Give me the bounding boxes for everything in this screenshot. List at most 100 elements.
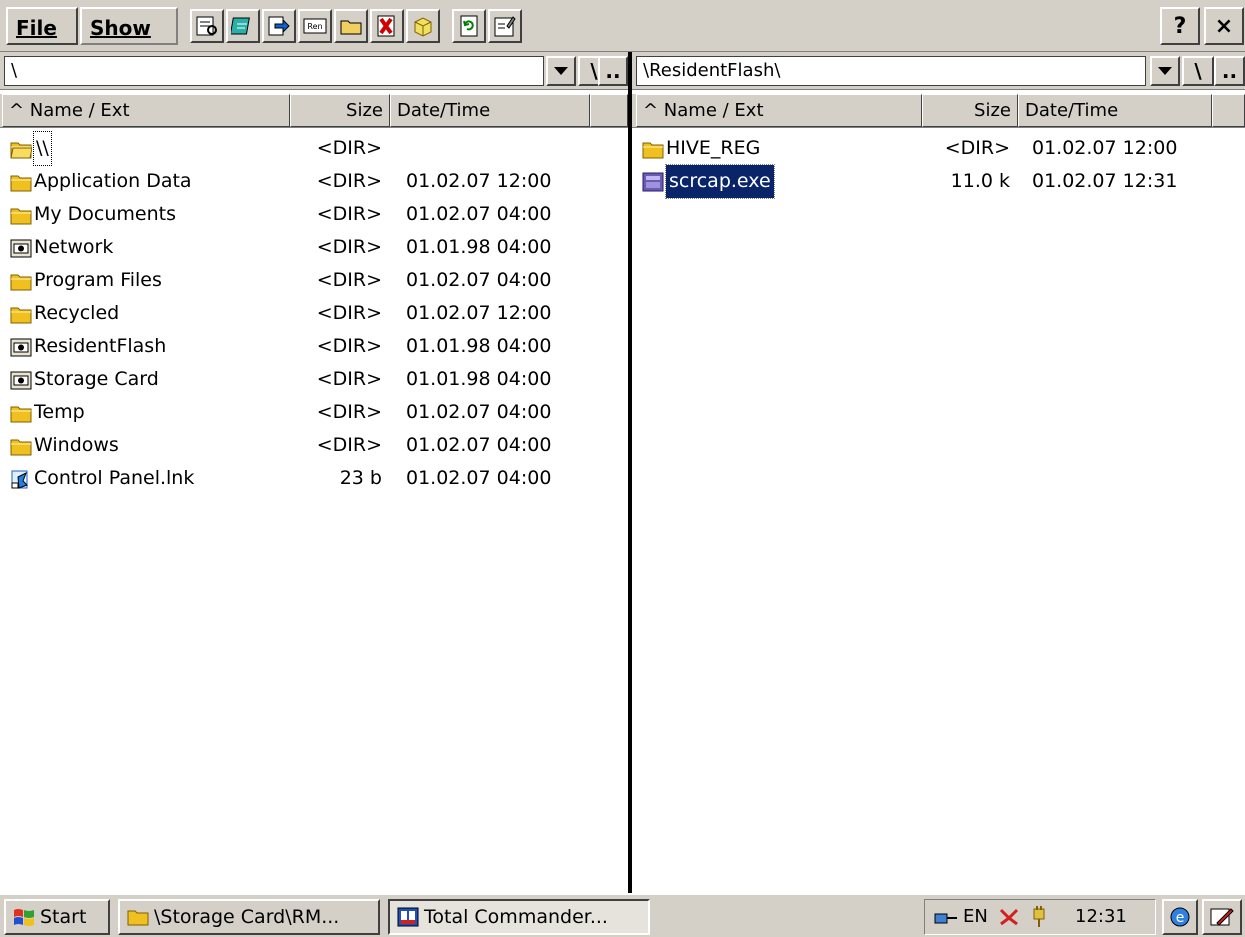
menu-file[interactable]: File	[6, 7, 78, 45]
left-col-size[interactable]: Size	[290, 94, 390, 127]
file-name: Temp	[34, 401, 85, 423]
svg-text:Ren: Ren	[307, 22, 322, 31]
right-col-date[interactable]: Date/Time	[1018, 94, 1212, 127]
copy-icon	[268, 16, 290, 36]
left-file-row[interactable]: Network <DIR> 01.01.98 04:00	[0, 231, 628, 264]
right-col-size[interactable]: Size	[922, 94, 1018, 127]
drive-folder-icon	[10, 371, 32, 390]
network-icon[interactable]	[933, 900, 959, 937]
start-button[interactable]: Start	[4, 899, 110, 935]
left-file-row[interactable]: Control Panel.lnk 23 b 01.02.07 04:00	[0, 462, 628, 495]
file-date: 01.02.07 04:00	[406, 203, 552, 225]
file-size: 11.0 k	[950, 170, 1010, 192]
left-file-row[interactable]: Windows <DIR> 01.02.07 04:00	[0, 429, 628, 462]
left-path-dropdown-button[interactable]	[546, 56, 576, 86]
chevron-down-icon	[1158, 67, 1172, 75]
windows-flag-icon	[14, 909, 34, 926]
task-total-commander-label: Total Commander...	[424, 906, 608, 928]
shortcut-icon	[11, 470, 28, 489]
file-name: Control Panel.lnk	[34, 467, 195, 489]
left-col-spacer	[590, 94, 628, 127]
right-col-name[interactable]: ^ Name / Ext	[636, 94, 922, 127]
power-plug-icon[interactable]	[1027, 900, 1053, 937]
right-root-button[interactable]: \	[1182, 56, 1214, 86]
file-size: <DIR>	[316, 434, 382, 456]
copy-button[interactable]	[262, 9, 296, 43]
right-panel: \ResidentFlash\ \ .. ^ Name / Ext Size D…	[632, 52, 1245, 893]
left-col-name[interactable]: ^ Name / Ext	[2, 94, 290, 127]
rename-button[interactable]: Ren	[298, 9, 332, 43]
right-file-list: HIVE_REG <DIR> 01.02.07 12:00 scrcap.exe 11.…	[632, 132, 1245, 199]
file-date: 01.02.07 12:31	[1032, 170, 1178, 192]
right-path-field[interactable]: \ResidentFlash\	[636, 56, 1146, 86]
left-up-button[interactable]: ..	[598, 56, 628, 86]
right-path-dropdown-button[interactable]	[1150, 56, 1180, 86]
connection-icon[interactable]	[997, 900, 1023, 937]
right-file-row[interactable]: scrcap.exe 11.0 k 01.02.07 12:31	[632, 164, 1245, 199]
exe-icon	[642, 172, 664, 192]
taskbar: Start \Storage Card\RM... Total Commande…	[0, 893, 1245, 937]
refresh-icon	[460, 15, 478, 37]
file-name: ResidentFlash	[34, 335, 167, 357]
menu-show[interactable]: Show	[80, 7, 178, 45]
left-col-date[interactable]: Date/Time	[390, 94, 590, 127]
left-path-field[interactable]: \	[4, 56, 544, 86]
file-name: Network	[34, 236, 114, 258]
input-panel-button[interactable]	[1202, 899, 1242, 935]
delete-icon	[377, 15, 395, 37]
file-date: 01.01.98 04:00	[406, 236, 552, 258]
left-file-row[interactable]: My Documents <DIR> 01.02.07 04:00	[0, 198, 628, 231]
folder-icon	[10, 439, 32, 456]
file-size: <DIR>	[316, 302, 382, 324]
totalcmd-icon	[397, 907, 419, 927]
file-name: Application Data	[34, 170, 192, 192]
right-file-row[interactable]: HIVE_REG <DIR> 01.02.07 12:00	[632, 132, 1245, 165]
right-up-button[interactable]: ..	[1214, 56, 1245, 86]
new-folder-button[interactable]	[334, 9, 368, 43]
view-button[interactable]	[190, 9, 224, 43]
right-path-bar: \ResidentFlash\ \ ..	[632, 52, 1245, 90]
properties-icon	[494, 16, 516, 37]
left-file-row[interactable]: Storage Card <DIR> 01.01.98 04:00	[0, 363, 628, 396]
file-name: Program Files	[34, 269, 162, 291]
svg-text:e: e	[1176, 910, 1185, 926]
task-total-commander[interactable]: Total Commander...	[388, 899, 650, 935]
file-date: 01.01.98 04:00	[406, 368, 552, 390]
left-file-list: \\ <DIR> Application Data <DIR> 01.02.07 12:…	[0, 131, 628, 495]
left-file-row[interactable]: \\ <DIR>	[0, 131, 628, 166]
file-date: 01.02.07 12:00	[406, 302, 552, 324]
file-size: 23 b	[339, 467, 382, 489]
task-storage-card[interactable]: \Storage Card\RM...	[118, 899, 380, 935]
chevron-down-icon	[554, 67, 568, 75]
file-name: \\	[33, 131, 52, 166]
properties-button[interactable]	[488, 9, 522, 43]
folder-icon	[642, 142, 664, 159]
clock[interactable]: 12:31	[1075, 900, 1127, 934]
file-size: <DIR>	[316, 203, 382, 225]
left-file-row[interactable]: Application Data <DIR> 01.02.07 12:00	[0, 165, 628, 198]
left-file-row[interactable]: Recycled <DIR> 01.02.07 12:00	[0, 297, 628, 330]
pack-button[interactable]	[406, 9, 440, 43]
pack-icon	[414, 17, 432, 37]
file-size: <DIR>	[316, 368, 382, 390]
refresh-button[interactable]	[452, 9, 486, 43]
file-size: <DIR>	[944, 137, 1010, 159]
drive-folder-icon	[10, 338, 32, 357]
system-tray: EN 12:31	[924, 899, 1156, 935]
task-storage-card-label: \Storage Card\RM...	[154, 906, 340, 928]
file-date: 01.02.07 04:00	[406, 269, 552, 291]
desktop-button[interactable]: e	[1162, 899, 1198, 935]
left-file-row[interactable]: Program Files <DIR> 01.02.07 04:00	[0, 264, 628, 297]
help-button[interactable]: ?	[1160, 7, 1200, 45]
left-file-row[interactable]: ResidentFlash <DIR> 01.01.98 04:00	[0, 330, 628, 363]
file-date: 01.02.07 04:00	[406, 467, 552, 489]
language-indicator[interactable]: EN	[963, 900, 988, 934]
folder-icon	[340, 20, 362, 35]
toolbar: File Show Ren ? ×	[0, 0, 1245, 52]
file-name: Storage Card	[34, 368, 159, 390]
delete-button[interactable]	[370, 9, 404, 43]
notes-button[interactable]	[226, 9, 260, 43]
left-column-header: ^ Name / Ext Size Date/Time	[0, 94, 628, 128]
left-file-row[interactable]: Temp <DIR> 01.02.07 04:00	[0, 396, 628, 429]
close-button[interactable]: ×	[1204, 7, 1244, 45]
